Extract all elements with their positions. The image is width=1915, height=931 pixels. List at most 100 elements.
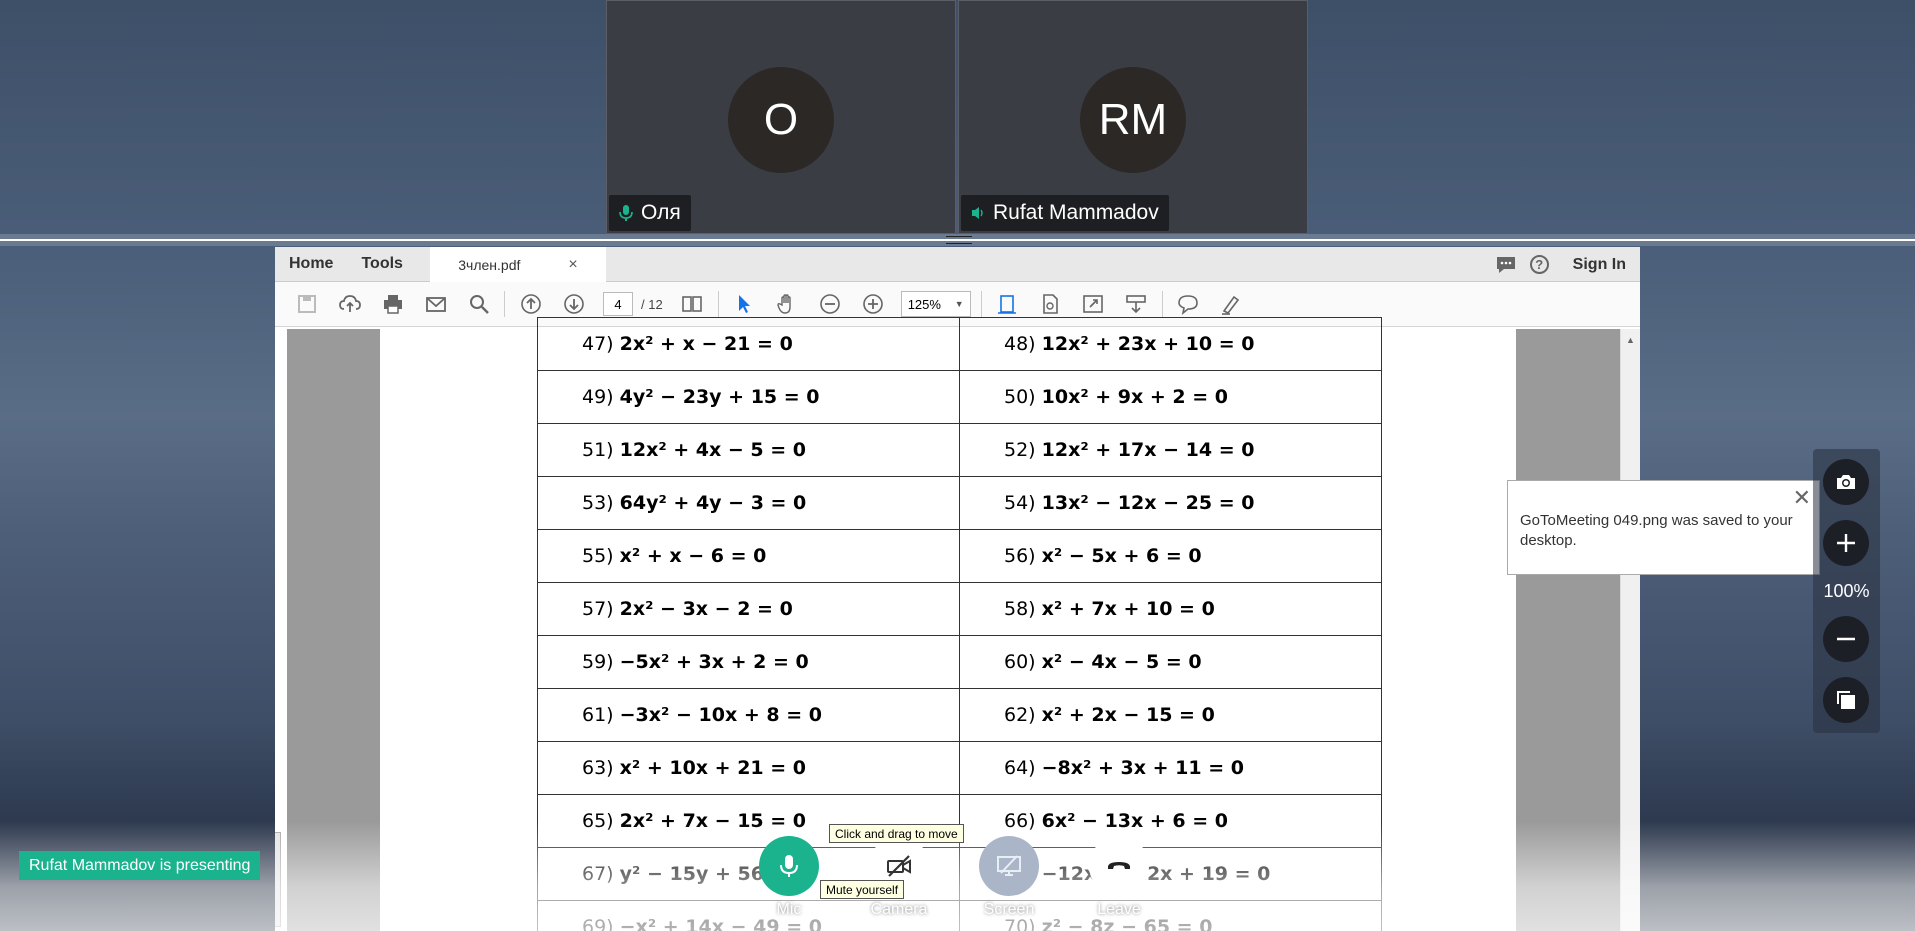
equation-text: −3x² − 10x + 8 = 0	[619, 704, 822, 726]
drag-tooltip: Click and drag to move	[829, 824, 964, 843]
zoom-select[interactable]: 125% ▼	[900, 291, 971, 317]
email-icon[interactable]	[414, 289, 457, 319]
hand-tool-icon[interactable]	[766, 289, 809, 319]
menu-bar: Home Tools 3член.pdf × ? Sign In	[275, 247, 1640, 282]
select-cursor-icon[interactable]	[723, 289, 766, 319]
participant-nametag: Оля	[609, 195, 691, 231]
equation-cell: 57) 2x² − 3x − 2 = 0	[537, 582, 960, 636]
notification-text: GoToMeeting 049.png was saved to your de…	[1520, 512, 1793, 549]
comment-icon[interactable]	[1496, 256, 1516, 274]
screen-label: Screen	[983, 901, 1035, 918]
equation-text: 12x² + 4x − 5 = 0	[619, 439, 807, 461]
equation-number: 53)	[582, 492, 620, 514]
close-tab-icon[interactable]: ×	[568, 256, 577, 274]
equation-cell: 60) x² − 4x − 5 = 0	[959, 635, 1382, 689]
equation-text: −5x² + 3x + 2 = 0	[619, 651, 809, 673]
table-row: 47) 2x² + x − 21 = 0 48) 12x² + 23x + 10 …	[537, 317, 1382, 371]
page-number-input[interactable]: 4	[603, 292, 633, 316]
equation-cell: 64) −8x² + 3x + 11 = 0	[959, 741, 1382, 795]
equation-text: 4y² − 23y + 15 = 0	[619, 386, 820, 408]
equation-number: 50)	[1004, 386, 1042, 408]
participant-tile-rufat[interactable]: RM Rufat Mammadov	[958, 0, 1308, 234]
table-row: 63) x² + 10x + 21 = 0 64) −8x² + 3x + 11 …	[537, 741, 1382, 795]
page-view-icon[interactable]	[671, 289, 714, 319]
equation-number: 56)	[1004, 545, 1042, 567]
screen-button[interactable]	[979, 836, 1039, 896]
camera-label: Camera	[870, 901, 928, 918]
equation-cell: 52) 12x² + 17x − 14 = 0	[959, 423, 1382, 477]
print-icon[interactable]	[371, 289, 414, 319]
microphone-icon	[619, 205, 633, 221]
zoom-value: 125%	[907, 296, 941, 312]
avatar: O	[728, 67, 834, 173]
equation-text: 2x² − 3x − 2 = 0	[619, 598, 793, 620]
document-tab-label: 3член.pdf	[458, 256, 521, 273]
equation-cell: 55) x² + x − 6 = 0	[537, 529, 960, 583]
menu-tools[interactable]: Tools	[347, 255, 416, 273]
equation-number: 48)	[1004, 333, 1042, 355]
fit-page-icon[interactable]	[986, 289, 1029, 319]
equation-number: 58)	[1004, 598, 1042, 620]
equation-cell: 53) 64y² + 4y − 3 = 0	[537, 476, 960, 530]
resize-grip[interactable]	[946, 236, 972, 244]
sign-in-link[interactable]: Sign In	[1573, 256, 1626, 274]
scroll-up-icon[interactable]: ▲	[1621, 335, 1640, 345]
help-icon[interactable]: ?	[1529, 255, 1549, 274]
equation-number: 55)	[582, 545, 620, 567]
menu-home[interactable]: Home	[275, 255, 347, 273]
equation-cell: 51) 12x² + 4x − 5 = 0	[537, 423, 960, 477]
previous-page-icon[interactable]	[509, 289, 552, 319]
table-row: 53) 64y² + 4y − 3 = 0 54) 13x² − 12x − 25…	[537, 476, 1382, 530]
table-row: 49) 4y² − 23y + 15 = 0 50) 10x² + 9x + 2 …	[537, 370, 1382, 424]
document-tab[interactable]: 3член.pdf ×	[430, 247, 606, 282]
avatar: RM	[1080, 67, 1186, 173]
equation-number: 60)	[1004, 651, 1042, 673]
equation-text: 12x² + 17x − 14 = 0	[1041, 439, 1255, 461]
download-tool-icon[interactable]	[1115, 289, 1158, 319]
participant-tile-olya[interactable]: O Оля	[606, 0, 956, 234]
equation-text: x² − 5x + 6 = 0	[1041, 545, 1202, 567]
table-row: 59) −5x² + 3x + 2 = 0 60) x² − 4x − 5 = 0	[537, 635, 1382, 689]
equation-text: 10x² + 9x + 2 = 0	[1041, 386, 1229, 408]
resize-divider[interactable]	[0, 234, 1915, 246]
rotate-page-icon[interactable]	[1029, 289, 1072, 319]
equation-cell: 59) −5x² + 3x + 2 = 0	[537, 635, 960, 689]
snapshot-camera-icon[interactable]	[1823, 459, 1869, 505]
close-icon[interactable]: ✕	[1793, 487, 1811, 509]
upload-cloud-icon[interactable]	[328, 289, 371, 319]
mute-tooltip: Mute yourself	[820, 880, 905, 899]
equation-number: 59)	[582, 651, 620, 673]
equation-number: 51)	[582, 439, 620, 461]
equation-text: 12x² + 23x + 10 = 0	[1041, 333, 1255, 355]
zoom-in-icon[interactable]	[852, 289, 895, 319]
mic-button[interactable]	[759, 836, 819, 896]
video-tiles: O Оля RM Rufat Mammadov	[606, 0, 1308, 234]
equation-cell: 49) 4y² − 23y + 15 = 0	[537, 370, 960, 424]
equation-text: x² + x − 6 = 0	[619, 545, 767, 567]
equation-cell: 47) 2x² + x − 21 = 0	[537, 317, 960, 371]
next-page-icon[interactable]	[552, 289, 595, 319]
save-icon[interactable]	[285, 289, 328, 319]
zoom-minus-icon[interactable]	[1823, 616, 1869, 662]
full-screen-icon[interactable]	[1072, 289, 1115, 319]
equation-cell: 58) x² + 7x + 10 = 0	[959, 582, 1382, 636]
participant-name: Rufat Mammadov	[993, 201, 1159, 224]
microphone-icon	[780, 855, 798, 877]
equation-text: −8x² + 3x + 11 = 0	[1041, 757, 1244, 779]
equation-cell: 62) x² + 2x − 15 = 0	[959, 688, 1382, 742]
equation-cell: 61) −3x² − 10x + 8 = 0	[537, 688, 960, 742]
window-mode-icon[interactable]	[1823, 677, 1869, 723]
equation-cell: 63) x² + 10x + 21 = 0	[537, 741, 960, 795]
highlight-pen-icon[interactable]	[1210, 289, 1253, 319]
search-icon[interactable]	[457, 289, 500, 319]
table-row: 51) 12x² + 4x − 5 = 0 52) 12x² + 17x − 14…	[537, 423, 1382, 477]
zoom-out-icon[interactable]	[809, 289, 852, 319]
speaker-icon	[972, 207, 983, 219]
equation-cell: 48) 12x² + 23x + 10 = 0	[959, 317, 1382, 371]
comment-tool-icon[interactable]	[1167, 289, 1210, 319]
zoom-plus-icon[interactable]	[1823, 520, 1869, 566]
leave-button[interactable]	[1089, 836, 1149, 896]
equation-text: 64y² + 4y − 3 = 0	[619, 492, 807, 514]
hang-up-icon	[1108, 862, 1130, 869]
zoom-level: 100%	[1823, 581, 1870, 601]
